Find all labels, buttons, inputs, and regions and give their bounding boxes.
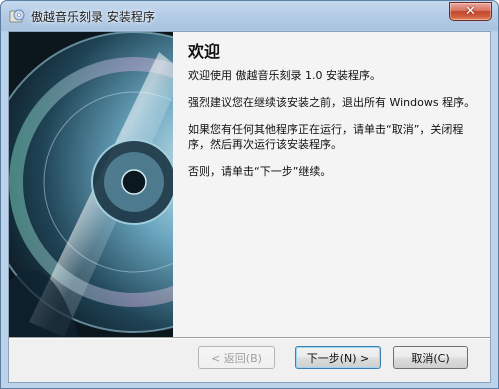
- close-button[interactable]: ✕: [449, 2, 492, 21]
- cd-disc-image: [9, 32, 173, 337]
- next-button[interactable]: 下一步(N) >: [295, 346, 381, 369]
- page-title: 欢迎: [188, 42, 221, 61]
- close-programs-text: 强烈建议您在继续该安装之前，退出所有 Windows 程序。: [188, 96, 476, 109]
- close-icon: ✕: [465, 4, 476, 19]
- wizard-client-area: 欢迎 欢迎使用 傲越音乐刻录 1.0 安装程序。 强烈建议您在继续该安装之前，退…: [8, 31, 491, 383]
- welcome-panel: 欢迎 欢迎使用 傲越音乐刻录 1.0 安装程序。 强烈建议您在继续该安装之前，退…: [173, 32, 490, 337]
- title-bar[interactable]: 傲越音乐刻录 安装程序 ✕: [1, 1, 498, 31]
- cancel-button[interactable]: 取消(C): [393, 346, 468, 369]
- welcome-text: 欢迎使用 傲越音乐刻录 1.0 安装程序。: [188, 69, 381, 82]
- installer-window: 傲越音乐刻录 安装程序 ✕ 欢迎 欢迎使用 傲越音乐刻录 1.0 安装程序。 强…: [0, 0, 499, 389]
- window-title: 傲越音乐刻录 安装程序: [31, 10, 155, 24]
- back-button[interactable]: < 返回(B): [198, 346, 275, 369]
- footer-divider: [9, 337, 490, 339]
- cancel-hint-text: 如果您有任何其他程序正在运行，请单击“取消”，关闭程序，然后再次运行该安装程序。: [188, 123, 464, 151]
- next-hint-text: 否则，请单击“下一步”继续。: [188, 165, 332, 178]
- installer-disc-icon: [9, 8, 25, 24]
